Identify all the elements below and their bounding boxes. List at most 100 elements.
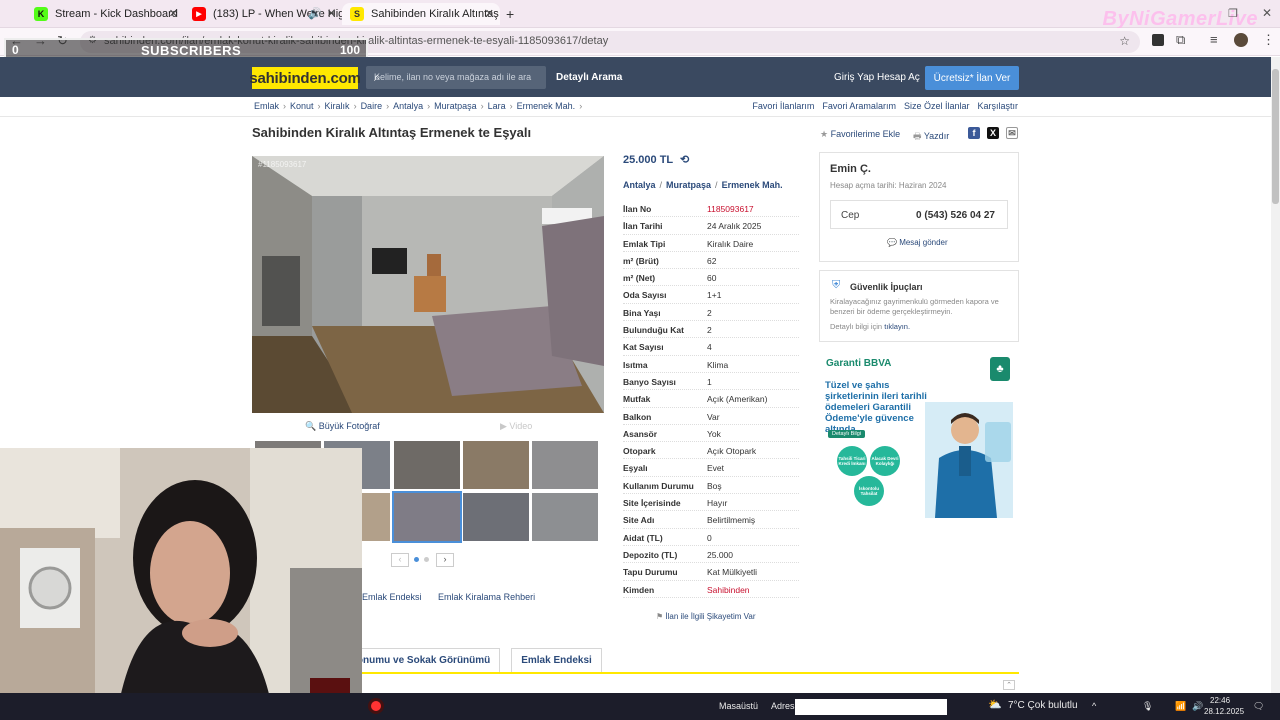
tab-youtube[interactable]: ▶ (183) LP - When We're High 🔊 ✕: [184, 3, 342, 25]
tab-real-estate-index[interactable]: Emlak Endeksi: [511, 648, 602, 672]
close-icon[interactable]: ✕: [169, 7, 178, 20]
puzzle-icon[interactable]: ⧉: [1176, 32, 1185, 48]
login-link[interactable]: Giriş Yap: [834, 72, 874, 83]
price-history-icon[interactable]: ⟲: [680, 154, 689, 166]
location-neighborhood[interactable]: Ermenek Mah.: [722, 180, 783, 190]
add-favorite-link[interactable]: ★ Favorilerime Ekle: [820, 129, 900, 140]
tab-sahibinden[interactable]: S Sahibinden Kiralık Altıntaş Erme ✕: [342, 3, 500, 25]
breadcrumb-item[interactable]: Lara: [488, 101, 506, 111]
attribute-row: Aidat (TL) 0: [623, 529, 799, 546]
bank-advertisement[interactable]: Garanti BBVA ♣ Tüzel ve şahıs şirketleri…: [820, 350, 1018, 520]
breadcrumb-item[interactable]: Daire: [361, 101, 383, 111]
media-icon[interactable]: ≡: [1210, 32, 1218, 47]
listing-photo[interactable]: #1185093617: [252, 156, 604, 413]
breadcrumb-item[interactable]: Kiralık: [325, 101, 350, 111]
search-input[interactable]: Kelime, ilan no veya mağaza adı ile ara …: [366, 66, 546, 89]
complaint-label: İlan ile İlgili Şikayetim Var: [665, 612, 756, 621]
phone-number[interactable]: 0 (543) 526 04 27: [916, 210, 995, 221]
bookmark-star-icon[interactable]: ☆: [1119, 34, 1130, 48]
breadcrumb-item[interactable]: Muratpaşa: [434, 101, 477, 111]
attribute-value: Açık (Amerikan): [707, 394, 768, 405]
next-photos-button[interactable]: ›: [436, 553, 454, 567]
tray-chevron-icon[interactable]: ^: [1092, 701, 1096, 711]
location-district[interactable]: Muratpaşa: [666, 180, 711, 190]
breadcrumb: Emlak › Konut › Kiralık › Daire › Antalya › Muratp…: [254, 101, 586, 111]
prev-photos-button[interactable]: ‹: [391, 553, 409, 567]
photo-thumbnail[interactable]: [463, 441, 529, 489]
location-city[interactable]: Antalya: [623, 180, 656, 190]
advanced-search-link[interactable]: Detaylı Arama: [556, 72, 622, 83]
photo-thumbnail[interactable]: [463, 493, 529, 541]
attribute-value: 2: [707, 325, 712, 336]
big-photo-link[interactable]: 🔍 Büyük Fotoğraf: [305, 421, 380, 432]
photo-thumbnail[interactable]: [392, 491, 462, 543]
close-icon[interactable]: ✕: [485, 7, 494, 20]
subscriber-count: 0: [12, 43, 19, 57]
attribute-row: İlan No 1185093617: [623, 200, 799, 218]
photo-thumbnail[interactable]: [532, 441, 598, 489]
x-icon[interactable]: X: [987, 127, 999, 139]
site-logo[interactable]: sahibinden.com: [249, 67, 361, 89]
attribute-label: Oda Sayısı: [623, 290, 667, 301]
user-link[interactable]: Size Özel İlanlar: [904, 101, 970, 111]
taskbar-address-input[interactable]: [795, 699, 947, 715]
attribute-label: Aidat (TL): [623, 532, 663, 543]
post-ad-button[interactable]: Ücretsiz* İlan Ver: [925, 66, 1019, 90]
scrollbar-thumb[interactable]: [1272, 69, 1279, 204]
rental-guide-link[interactable]: Emlak Kiralama Rehberi: [438, 592, 535, 602]
extension-icon[interactable]: [1152, 34, 1164, 46]
new-tab-button[interactable]: +: [506, 6, 514, 22]
subscriber-goal: 100: [339, 43, 360, 57]
weather-icon: ⛅: [988, 699, 1002, 711]
real-estate-index-link[interactable]: Emlak Endeksi: [362, 592, 422, 602]
close-icon[interactable]: ✕: [327, 7, 336, 20]
attribute-value: Klima: [707, 359, 729, 370]
obs-icon[interactable]: [368, 698, 384, 714]
wifi-icon[interactable]: 📶: [1175, 701, 1186, 712]
desktop-toolbar-label[interactable]: Masaüstü: [719, 701, 758, 711]
star-icon: ★: [820, 129, 831, 139]
page-scrollbar[interactable]: [1271, 57, 1280, 693]
register-link[interactable]: Hesap Aç: [877, 72, 920, 83]
breadcrumb-item[interactable]: Ermenek Mah.: [517, 101, 576, 111]
window-close-icon[interactable]: ✕: [1262, 6, 1272, 20]
security-more-link[interactable]: tıklayın.: [884, 322, 910, 331]
tab-location-street-view[interactable]: Konumu ve Sokak Görünümü: [340, 648, 500, 672]
location-breadcrumb: Antalya / Muratpaşa / Ermenek Mah.: [623, 180, 783, 190]
seller-name[interactable]: Emin Ç.: [830, 163, 871, 175]
facebook-icon[interactable]: f: [968, 127, 980, 139]
close-icon[interactable]: 🔊: [308, 7, 322, 20]
youtube-icon: ▶: [192, 7, 206, 21]
attribute-label: m² (Brüt): [623, 255, 659, 266]
profile-avatar[interactable]: [1234, 33, 1248, 47]
print-link[interactable]: 🖶 Yazdır: [913, 129, 949, 145]
send-message-link[interactable]: 💬 Mesaj gönder: [887, 238, 948, 247]
menu-icon[interactable]: ⋮: [1262, 32, 1275, 48]
user-link[interactable]: Favori Aramalarım: [822, 101, 896, 111]
pager-dot[interactable]: [414, 557, 419, 562]
clock-time[interactable]: 22:46: [1210, 696, 1230, 705]
complaint-link[interactable]: ⚑ İlan ile İlgili Şikayetim Var: [656, 612, 756, 621]
sahibinden-icon: S: [350, 7, 364, 21]
weather-text[interactable]: 7°C Çok bulutlu: [1008, 700, 1078, 711]
maximize-icon[interactable]: ❐: [1228, 7, 1238, 20]
attribute-value: Belirtilmemiş: [707, 515, 756, 526]
photo-thumbnail[interactable]: [394, 441, 460, 489]
microphone-icon[interactable]: 🎙: [1142, 701, 1153, 712]
pager-dot[interactable]: [424, 557, 429, 562]
clock-date[interactable]: 28.12.2025: [1204, 707, 1244, 716]
tab-kick-dashboard[interactable]: K Stream - Kick Dashboard ✕: [26, 3, 184, 25]
webcam-image: [0, 448, 362, 698]
photo-thumbnail[interactable]: [532, 493, 598, 541]
notification-icon[interactable]: 🗨: [1253, 701, 1264, 712]
search-icon[interactable]: ⌕: [374, 70, 540, 85]
email-icon[interactable]: ✉: [1006, 127, 1018, 139]
breadcrumb-item[interactable]: Konut: [290, 101, 314, 111]
user-link[interactable]: Karşılaştır: [977, 101, 1018, 111]
collapse-icon[interactable]: ⌃: [1003, 680, 1015, 690]
breadcrumb-item[interactable]: Antalya: [393, 101, 423, 111]
volume-icon[interactable]: 🔊: [1192, 701, 1203, 712]
ad-button[interactable]: Detaylı Bilgi: [828, 430, 866, 438]
breadcrumb-item[interactable]: Emlak: [254, 101, 279, 111]
user-link[interactable]: Favori İlanlarım: [752, 101, 814, 111]
